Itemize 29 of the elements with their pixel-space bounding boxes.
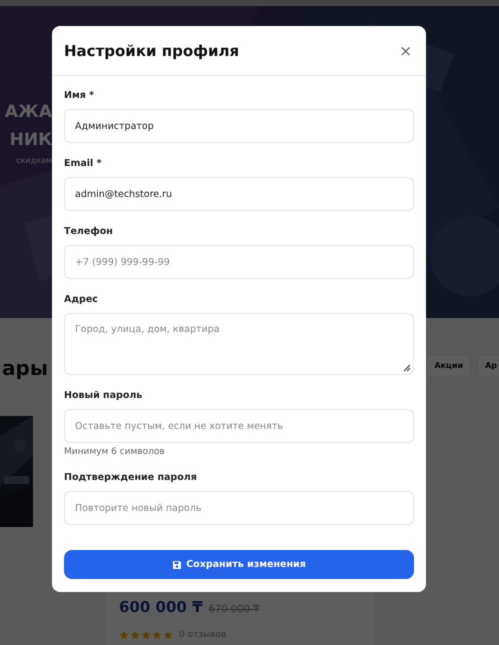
input-field[interactable]: Администратор [64, 109, 414, 143]
star-icon [119, 630, 129, 640]
input-field[interactable]: admin@techstore.ru [64, 177, 414, 211]
product-price: 600 000 ₸ [119, 598, 203, 616]
input-field[interactable]: +7 (999) 999-99-99 [64, 245, 414, 279]
star-icon [152, 630, 162, 640]
hero-heading: НИК [10, 129, 52, 152]
section-title: ары [2, 356, 49, 380]
save-button[interactable]: Сохранить изменения [64, 550, 414, 579]
dialog-title: Настройки профиля [64, 42, 240, 60]
field-label: Новый пароль [64, 389, 144, 403]
hero-heading: АЖА [4, 101, 52, 124]
field-label: Подтверждение пароля [64, 471, 198, 485]
filter-chip[interactable]: Акции [426, 354, 472, 376]
resize-grip-icon[interactable] [403, 364, 411, 372]
star-icon [130, 630, 140, 640]
field-label: Телефон [64, 225, 114, 239]
field-label: Email * [64, 157, 103, 171]
filter-chip[interactable]: Ар [477, 354, 499, 376]
field-label: Адрес [64, 293, 99, 307]
star-icon [163, 630, 173, 640]
field-hint: Минимум 6 символов [64, 447, 166, 457]
input-field[interactable]: Город, улица, дом, квартира [64, 313, 414, 375]
field-label: Имя * [64, 89, 96, 103]
close-button[interactable]: × [397, 42, 414, 60]
star-icon [141, 630, 151, 640]
hero-subtitle: скидкам [16, 156, 52, 165]
input-field[interactable]: Повторите новый пароль [64, 491, 414, 525]
input-field[interactable]: Оставьте пустым, если не хотите менять [64, 409, 414, 443]
